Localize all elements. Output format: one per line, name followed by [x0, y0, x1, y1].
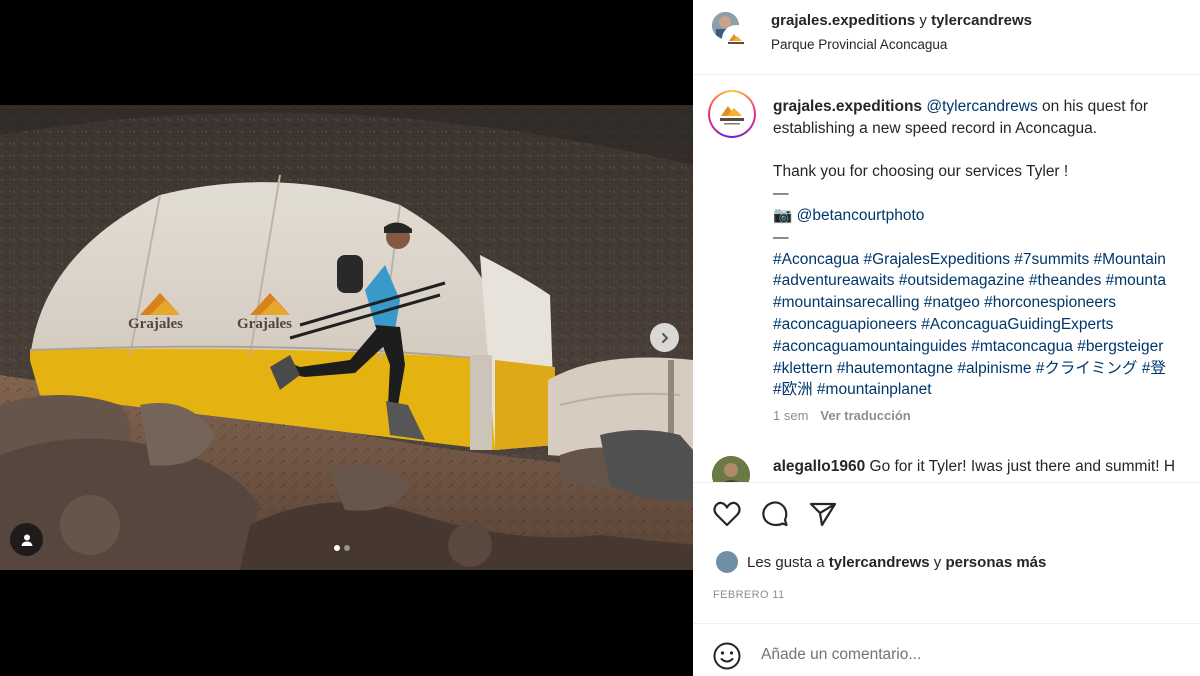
- avatar-brand: [722, 25, 750, 53]
- post-media: Grajales Grajales: [0, 0, 693, 676]
- hashtag-line[interactable]: #adventureawaits #outsidemagazine #thean…: [773, 270, 1200, 292]
- chevron-right-icon: [661, 332, 668, 343]
- comment-body: Go for it Tyler! Iwas just there and sum…: [869, 458, 1176, 475]
- like-button[interactable]: [712, 499, 742, 529]
- post-photo[interactable]: Grajales Grajales: [0, 105, 693, 570]
- collab-avatars[interactable]: [712, 12, 750, 53]
- brand-logo-icon: [720, 106, 744, 125]
- comment-input[interactable]: [761, 640, 1181, 670]
- caption-avatar[interactable]: [708, 90, 756, 138]
- author-link[interactable]: grajales.expeditions: [771, 12, 915, 29]
- comment-button[interactable]: [760, 499, 790, 529]
- liker-avatar[interactable]: [716, 551, 738, 573]
- commenter-username[interactable]: alegallo1960: [773, 458, 865, 475]
- caption-meta: 1 sem Ver traducción: [773, 408, 911, 423]
- heart-icon: [713, 501, 741, 527]
- caption-line: grajales.expeditions @tylercandrews on h…: [773, 96, 1200, 118]
- hashtag-line[interactable]: #mountainsarecalling #natgeo #horconespi…: [773, 292, 1200, 314]
- carousel-dot-active: [334, 545, 340, 551]
- comments-scroll-area[interactable]: grajales.expeditions @tylercandrews on h…: [693, 76, 1200, 482]
- hashtag-line[interactable]: #aconcaguamountainguides #mtaconcagua #b…: [773, 336, 1200, 358]
- translate-link[interactable]: Ver traducción: [820, 408, 910, 423]
- post-authors: grajales.expeditions y tylercandrews: [771, 12, 1032, 29]
- caption-dash: —: [773, 185, 789, 203]
- tagged-users-button[interactable]: [10, 523, 43, 556]
- photo-credit-mention[interactable]: @betancourtphoto: [797, 207, 925, 224]
- carousel-dot: [344, 545, 350, 551]
- caption-text-part: on his quest for: [1042, 98, 1148, 115]
- emoji-button[interactable]: [712, 641, 742, 671]
- caption-username[interactable]: grajales.expeditions: [773, 98, 922, 115]
- post-header: grajales.expeditions y tylercandrews Par…: [693, 0, 1200, 75]
- send-icon: [809, 502, 837, 527]
- post-date[interactable]: FEBRERO 11: [713, 589, 785, 601]
- liker-username[interactable]: tylercandrews: [829, 554, 930, 571]
- share-button[interactable]: [808, 499, 838, 529]
- comment-text: alegallo1960 Go for it Tyler! Iwas just …: [773, 458, 1175, 476]
- likes-others-link[interactable]: personas más: [945, 554, 1046, 571]
- post-actions: Les gusta a tylercandrews y personas más…: [693, 482, 1200, 622]
- carousel-indicator: [334, 545, 350, 551]
- authors-conjunction: y: [919, 12, 927, 29]
- hashtag-line[interactable]: #klettern #hautemontagne #alpinisme #クライ…: [773, 358, 1200, 380]
- likes-and: y: [933, 553, 942, 571]
- user-icon: [21, 534, 32, 546]
- add-comment-bar: [693, 623, 1200, 676]
- location-link[interactable]: Parque Provincial Aconcagua: [771, 37, 947, 52]
- photo-scene: Grajales Grajales: [0, 105, 693, 570]
- post-time-ago[interactable]: 1 sem: [773, 408, 808, 423]
- caption-mention[interactable]: @tylercandrews: [926, 98, 1037, 115]
- camera-emoji-icon: 📷: [773, 206, 793, 224]
- likes-prefix: Les gusta a: [747, 553, 825, 571]
- caption-dash: —: [773, 228, 789, 246]
- caption-line: 📷 @betancourtphoto: [773, 205, 1200, 227]
- hashtag-line[interactable]: #aconcaguapioneers #AconcaguaGuidingExpe…: [773, 314, 1200, 336]
- hashtag-line[interactable]: #Aconcagua #GrajalesExpeditions #7summit…: [773, 249, 1200, 271]
- smiley-icon: [713, 642, 741, 670]
- caption-line: establishing a new speed record in Aconc…: [773, 119, 1097, 137]
- comment-item: alegallo1960 Go for it Tyler! Iwas just …: [693, 454, 1200, 494]
- coauthor-link[interactable]: tylercandrews: [931, 12, 1032, 29]
- next-photo-button[interactable]: [650, 323, 679, 352]
- comment-icon: [762, 501, 788, 527]
- hashtag-line[interactable]: #欧洲 #mountainplanet: [773, 379, 1200, 401]
- likes-summary: Les gusta a tylercandrews y personas más: [716, 551, 1046, 573]
- caption-text: grajales.expeditions @tylercandrews on h…: [773, 96, 1200, 401]
- caption-line: Thank you for choosing our services Tyle…: [773, 163, 1069, 181]
- post-side-panel: grajales.expeditions y tylercandrews Par…: [693, 0, 1200, 676]
